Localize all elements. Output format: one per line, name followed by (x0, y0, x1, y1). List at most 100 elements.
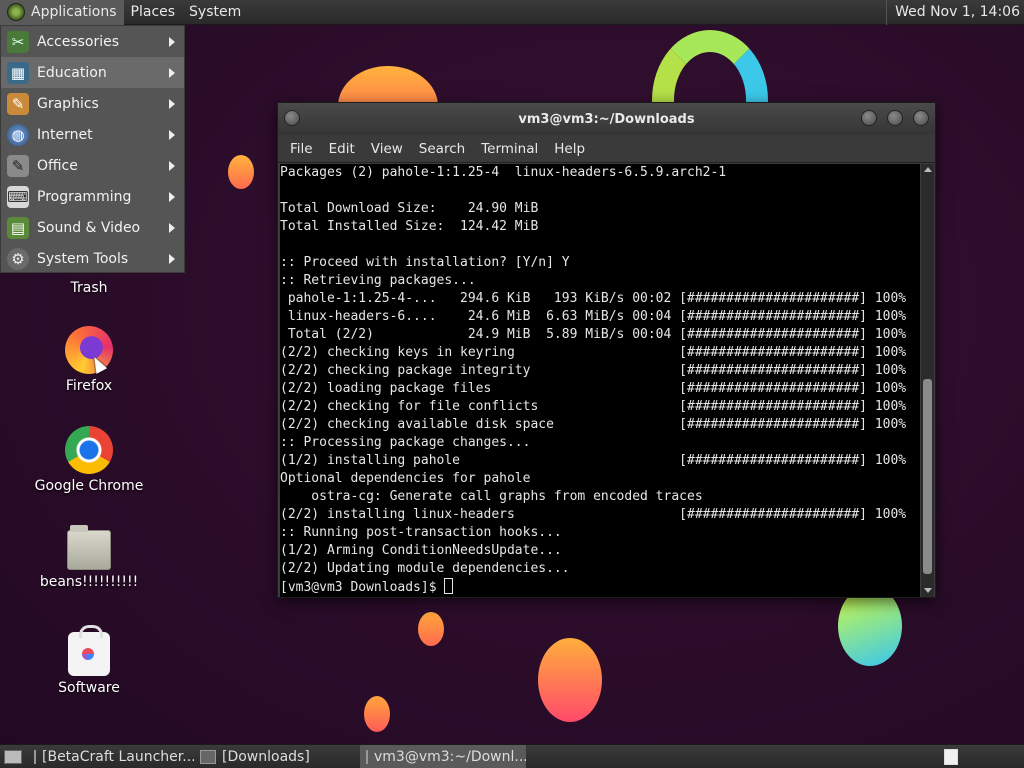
system-tools-icon: ⚙ (7, 247, 29, 270)
terminal-window: vm3@vm3:~/Downloads File Edit View Searc… (277, 102, 936, 598)
terminal-prompt-line[interactable]: [vm3@vm3 Downloads]$ (280, 578, 920, 597)
desktop-icon-label: Trash (70, 280, 108, 296)
menu-item-label: System Tools (37, 250, 129, 267)
terminal-line: :: Retrieving packages... (280, 273, 476, 288)
internet-icon: ◍ (7, 123, 29, 146)
submenu-arrow-icon (169, 253, 175, 264)
places-label: Places (130, 4, 176, 20)
terminal-line: Packages (2) pahole-1:1.25-4 linux-heade… (280, 165, 727, 180)
top-panel: Applications Places System Wed Nov 1, 14… (0, 0, 1024, 25)
menu-help[interactable]: Help (546, 141, 593, 157)
applications-logo-icon (7, 3, 25, 21)
menu-item-office[interactable]: ✎ Office (1, 150, 184, 181)
applications-menu-button[interactable]: Applications (0, 0, 124, 25)
taskbar-item-betacraft[interactable]: [BetaCraft Launcher... (28, 745, 194, 768)
menu-search[interactable]: Search (411, 141, 473, 157)
terminal-line: :: Processing package changes... (280, 435, 531, 450)
menu-item-internet[interactable]: ◍ Internet (1, 119, 184, 150)
taskbar-item-downloads[interactable]: [Downloads] (194, 745, 360, 768)
bottom-panel: [BetaCraft Launcher... [Downloads] vm3@v… (0, 744, 1024, 768)
desktop-icon-chrome[interactable]: Google Chrome (19, 426, 159, 494)
terminal-line: (2/2) installing linux-headers [########… (280, 507, 907, 522)
folder-icon (200, 749, 216, 764)
terminal-line: (2/2) checking package integrity [######… (280, 363, 907, 378)
software-icon (68, 625, 110, 676)
terminal-scrollbar[interactable] (921, 164, 934, 597)
terminal-line: (2/2) loading package files [###########… (280, 381, 907, 396)
menu-item-programming[interactable]: ⌨ Programming (1, 181, 184, 212)
submenu-arrow-icon (169, 36, 175, 47)
graphics-icon: ✎ (7, 92, 29, 115)
close-button[interactable] (913, 110, 929, 126)
desktop-icon-label: Software (58, 680, 120, 696)
desktop-icon-label: beans!!!!!!!!!! (39, 574, 139, 590)
workspace-switcher[interactable] (944, 748, 958, 765)
window-menu-icon[interactable] (284, 110, 300, 126)
desktop-icon-software[interactable]: Software (19, 625, 159, 696)
taskbar-item-label: [BetaCraft Launcher... (42, 748, 194, 765)
menu-item-accessories[interactable]: ✂ Accessories (1, 26, 184, 57)
menu-item-education[interactable]: ▦ Education (1, 57, 184, 88)
clock[interactable]: Wed Nov 1, 14:06 (886, 0, 1024, 25)
terminal-prompt: [vm3@vm3 Downloads]$ (280, 580, 445, 595)
terminal-line: (1/2) installing pahole [###############… (280, 453, 907, 468)
menu-item-label: Education (37, 64, 107, 81)
scrollbar-thumb[interactable] (923, 379, 932, 574)
taskbar-item-label: [Downloads] (222, 748, 310, 765)
terminal-output[interactable]: Packages (2) pahole-1:1.25-4 linux-heade… (280, 164, 920, 597)
scroll-down-arrow-icon[interactable] (924, 588, 932, 593)
menu-terminal[interactable]: Terminal (473, 141, 546, 157)
terminal-line: (2/2) checking for file conflicts [#####… (280, 399, 907, 414)
menu-item-system-tools[interactable]: ⚙ System Tools (1, 243, 184, 274)
terminal-icon (366, 749, 368, 764)
wallpaper-bubble (538, 638, 602, 722)
desktop-icon-trash[interactable]: Trash (19, 276, 159, 296)
terminal-line: Total (2/2) 24.9 MiB 5.89 MiB/s 00:04 [#… (280, 327, 907, 342)
terminal-line: pahole-1:1.25-4-... 294.6 KiB 193 KiB/s … (280, 291, 907, 306)
terminal-line: ostra-cg: Generate call graphs from enco… (280, 489, 703, 504)
applications-label: Applications (31, 4, 117, 20)
minimize-button[interactable] (861, 110, 877, 126)
show-desktop-button[interactable] (4, 749, 22, 764)
window-title: vm3@vm3:~/Downloads (518, 111, 695, 127)
taskbar-item-label: vm3@vm3:~/Downl... (374, 748, 526, 765)
maximize-button[interactable] (887, 110, 903, 126)
desktop-icon-folder[interactable]: beans!!!!!!!!!! (19, 525, 159, 590)
submenu-arrow-icon (169, 129, 175, 140)
terminal-line: Total Download Size: 24.90 MiB (280, 201, 539, 216)
terminal-menubar: File Edit View Search Terminal Help (278, 135, 935, 163)
terminal-line: linux-headers-6.... 24.6 MiB 6.63 MiB/s … (280, 309, 907, 324)
menu-item-label: Sound & Video (37, 219, 141, 236)
accessories-icon: ✂ (7, 30, 29, 53)
wallpaper-bubble (418, 612, 444, 646)
terminal-line: (1/2) Arming ConditionNeedsUpdate... (280, 543, 562, 558)
taskbar-item-terminal[interactable]: vm3@vm3:~/Downl... (360, 744, 526, 768)
folder-icon (67, 525, 111, 570)
window-titlebar[interactable]: vm3@vm3:~/Downloads (278, 103, 935, 135)
programming-icon: ⌨ (7, 185, 29, 208)
office-icon: ✎ (7, 154, 29, 177)
places-menu-button[interactable]: Places (124, 0, 183, 25)
menu-edit[interactable]: Edit (321, 141, 363, 157)
menu-item-label: Office (37, 157, 78, 174)
wallpaper-bubble (364, 696, 390, 732)
sound-video-icon: ▤ (7, 216, 29, 239)
terminal-line: :: Running post-transaction hooks... (280, 525, 562, 540)
terminal-line: Total Installed Size: 124.42 MiB (280, 219, 539, 234)
terminal-line: :: Proceed with installation? [Y/n] Y (280, 255, 570, 270)
menu-item-sound-video[interactable]: ▤ Sound & Video (1, 212, 184, 243)
terminal-line: (2/2) checking available disk space [###… (280, 417, 907, 432)
scroll-up-arrow-icon[interactable] (924, 167, 932, 172)
menu-view[interactable]: View (363, 141, 411, 157)
menu-item-graphics[interactable]: ✎ Graphics (1, 88, 184, 119)
wallpaper-bubble (838, 586, 902, 666)
menu-item-label: Internet (37, 126, 93, 143)
text-cursor (444, 578, 454, 594)
submenu-arrow-icon (169, 67, 175, 78)
desktop-icon-label: Firefox (65, 378, 113, 394)
menu-file[interactable]: File (282, 141, 321, 157)
applications-dropdown: ✂ Accessories ▦ Education ✎ Graphics ◍ I… (0, 25, 185, 273)
menu-item-label: Accessories (37, 33, 120, 50)
system-menu-button[interactable]: System (182, 0, 248, 25)
